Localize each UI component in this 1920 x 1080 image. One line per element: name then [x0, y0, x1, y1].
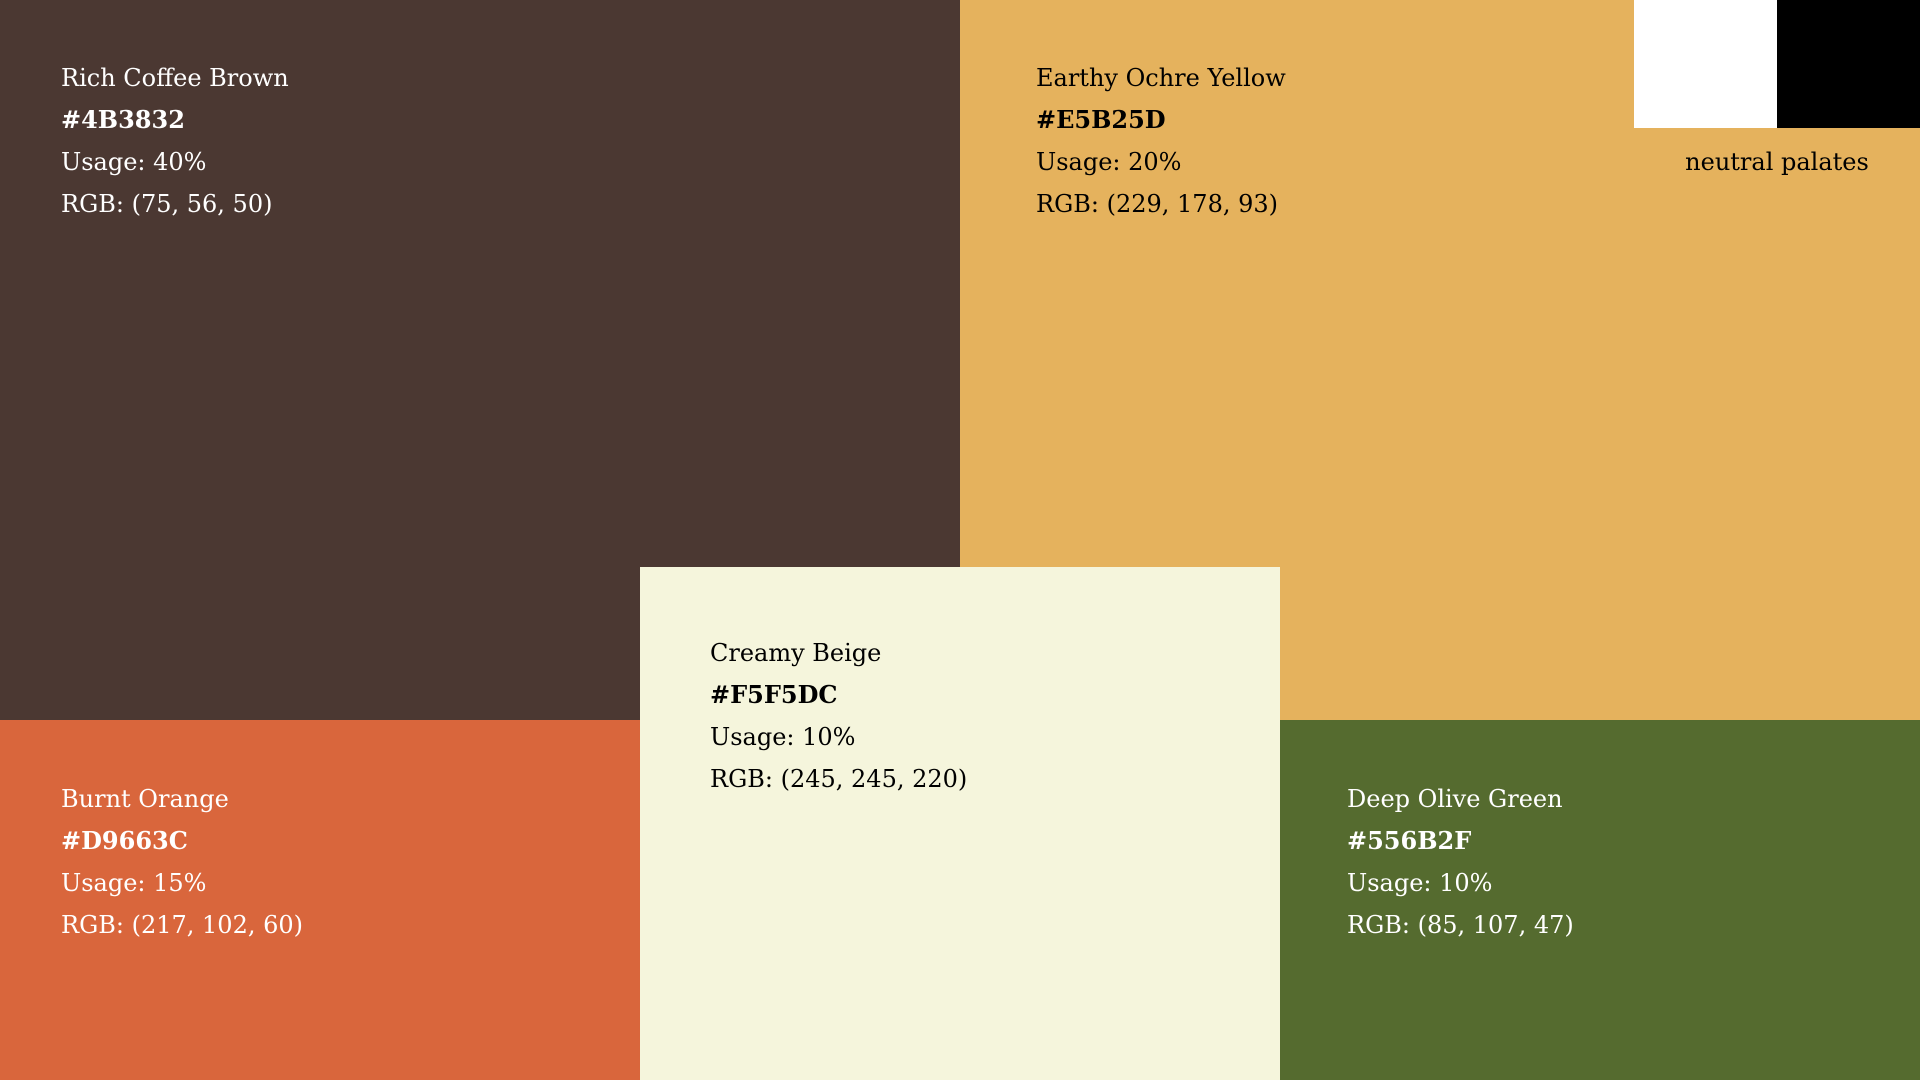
swatch-rgb: RGB: (85, 107, 47)	[1347, 911, 1574, 939]
swatch-rgb: RGB: (229, 178, 93)	[1036, 190, 1278, 218]
swatch-info-olive: Deep Olive Green #556B2F Usage: 10% RGB:…	[1347, 778, 1574, 946]
swatch-rgb: RGB: (75, 56, 50)	[61, 190, 273, 218]
swatch-rgb: RGB: (245, 245, 220)	[710, 765, 968, 793]
swatch-name: Deep Olive Green	[1347, 785, 1563, 813]
swatch-hex: #556B2F	[1347, 826, 1472, 855]
swatch-rgb: RGB: (217, 102, 60)	[61, 911, 303, 939]
swatch-info-orange: Burnt Orange #D9663C Usage: 15% RGB: (21…	[61, 778, 303, 946]
swatch-name: Burnt Orange	[61, 785, 229, 813]
swatch-hex: #4B3832	[61, 105, 185, 134]
swatch-info-brown: Rich Coffee Brown #4B3832 Usage: 40% RGB…	[61, 57, 289, 225]
swatch-usage: Usage: 10%	[1347, 869, 1493, 897]
swatch-hex: #F5F5DC	[710, 680, 838, 709]
palette-canvas: Rich Coffee Brown #4B3832 Usage: 40% RGB…	[0, 0, 1920, 1080]
neutral-palettes-label: neutral palates	[1685, 148, 1869, 176]
swatch-name: Earthy Ochre Yellow	[1036, 64, 1286, 92]
swatch-info-ochre: Earthy Ochre Yellow #E5B25D Usage: 20% R…	[1036, 57, 1286, 225]
swatch-hex: #D9663C	[61, 826, 188, 855]
swatch-usage: Usage: 40%	[61, 148, 207, 176]
swatch-name: Creamy Beige	[710, 639, 882, 667]
swatch-usage: Usage: 15%	[61, 869, 207, 897]
swatch-usage: Usage: 20%	[1036, 148, 1182, 176]
neutral-swatch-white	[1634, 0, 1777, 128]
swatch-name: Rich Coffee Brown	[61, 64, 289, 92]
swatch-hex: #E5B25D	[1036, 105, 1166, 134]
swatch-info-beige: Creamy Beige #F5F5DC Usage: 10% RGB: (24…	[710, 632, 967, 800]
swatch-usage: Usage: 10%	[710, 723, 856, 751]
neutral-swatch-black	[1777, 0, 1920, 128]
